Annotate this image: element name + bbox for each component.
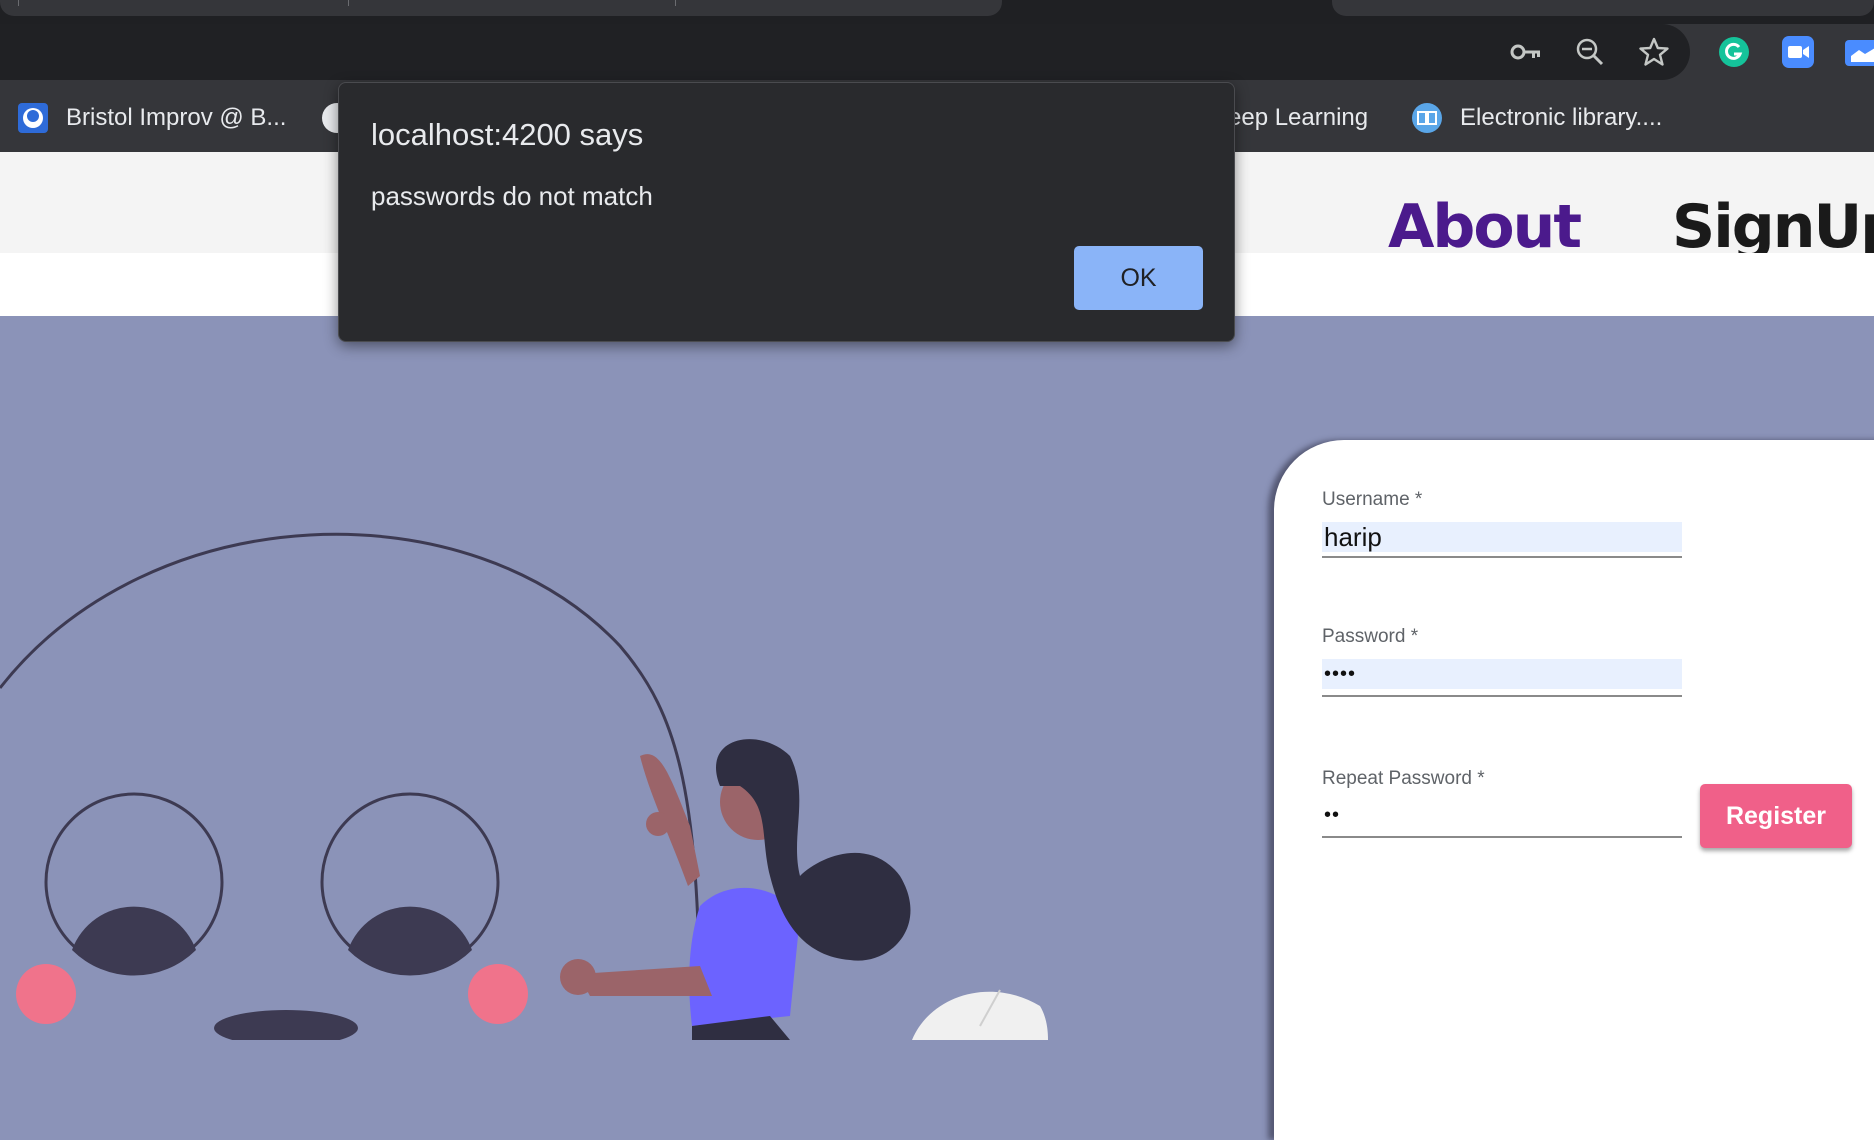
password-underline xyxy=(1322,695,1682,697)
username-input[interactable] xyxy=(1322,522,1682,552)
left-pupil xyxy=(72,906,196,976)
bookmark-item[interactable]: Electronic library.... xyxy=(1412,98,1662,138)
ball xyxy=(912,991,1048,1040)
alert-title: localhost:4200 says xyxy=(371,117,644,152)
zoom-icon[interactable] xyxy=(1572,34,1608,70)
globe-icon xyxy=(18,103,48,133)
left-cheek xyxy=(16,964,76,1024)
repeat-password-underline xyxy=(1322,836,1682,838)
repeat-password-input[interactable] xyxy=(1322,800,1682,830)
book-icon xyxy=(1412,103,1442,133)
username-underline xyxy=(1322,556,1682,558)
register-form-card: Username * Password * Repeat Password * … xyxy=(1274,440,1874,1140)
password-label: Password * xyxy=(1322,626,1419,647)
hero-illustration xyxy=(0,532,1048,1040)
password-input[interactable] xyxy=(1322,659,1682,689)
tab-separator xyxy=(675,0,676,6)
browser-tab[interactable] xyxy=(1332,0,1874,16)
browser-toolbar xyxy=(0,24,1874,82)
star-icon[interactable] xyxy=(1636,34,1672,70)
register-button[interactable]: Register xyxy=(1700,784,1852,848)
browser-tab-strip xyxy=(0,0,1874,24)
browser-tab[interactable] xyxy=(0,0,1002,16)
bookmark-item[interactable]: Bristol Improv @ B... xyxy=(18,98,286,138)
folder-icon[interactable] xyxy=(1844,34,1874,70)
tab-separator xyxy=(348,0,349,6)
bookmark-label: Bristol Improv @ B... xyxy=(66,104,287,131)
ok-button[interactable]: OK xyxy=(1074,246,1203,310)
bookmark-label: Electronic library.... xyxy=(1460,104,1663,131)
grammarly-icon[interactable] xyxy=(1716,34,1752,70)
nav-about-link[interactable]: About xyxy=(1388,192,1582,262)
video-camera-icon[interactable] xyxy=(1780,34,1816,70)
woman-arm xyxy=(578,966,712,996)
address-bar[interactable] xyxy=(0,24,1690,80)
bookmark-item[interactable]: eep Learning xyxy=(1228,98,1368,138)
alert-message: passwords do not match xyxy=(371,181,653,211)
woman-fist xyxy=(560,959,596,995)
alert-dialog: localhost:4200 says passwords do not mat… xyxy=(338,82,1235,342)
right-cheek xyxy=(468,964,528,1024)
username-label: Username * xyxy=(1322,489,1423,510)
nav-signup-link[interactable]: SignUp xyxy=(1672,192,1874,262)
mouth xyxy=(214,1010,358,1040)
key-icon[interactable] xyxy=(1508,34,1544,70)
tab-separator xyxy=(18,0,19,6)
woman-hand xyxy=(646,812,670,836)
right-pupil xyxy=(348,906,472,976)
repeat-password-label: Repeat Password * xyxy=(1322,768,1485,789)
bookmark-label: eep Learning xyxy=(1228,104,1369,131)
